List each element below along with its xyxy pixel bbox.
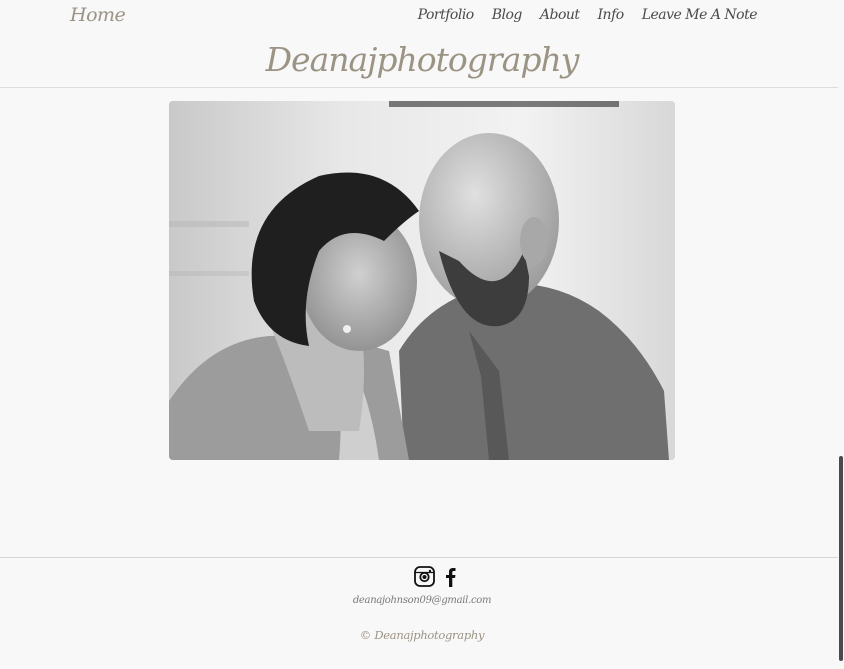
contact-email[interactable]: deanajohnson09@gmail.com (0, 595, 844, 606)
copyright-text: © Deanajphotography (359, 628, 485, 642)
facebook-icon[interactable] (441, 566, 462, 587)
site-title[interactable]: Deanajphotography (0, 40, 844, 79)
main-menu: Portfolio Blog About Info Leave Me A Not… (400, 7, 758, 23)
social-links (414, 566, 462, 587)
top-nav: Home Portfolio Blog About Info Leave Me … (0, 0, 844, 32)
scrollbar[interactable] (838, 0, 844, 669)
page: Home Portfolio Blog About Info Leave Me … (0, 0, 844, 669)
menu-item-portfolio[interactable]: Portfolio (418, 7, 475, 23)
menu-item-leave-note[interactable]: Leave Me A Note (642, 7, 758, 23)
header-divider (0, 87, 838, 88)
menu-item-about[interactable]: About (540, 7, 580, 23)
featured-photo (169, 101, 675, 460)
home-link[interactable]: Home (70, 4, 126, 26)
menu-item-blog[interactable]: Blog (492, 7, 523, 23)
scrollbar-thumb[interactable] (839, 456, 843, 661)
menu-item-info[interactable]: Info (598, 7, 625, 23)
footer-divider (0, 557, 838, 558)
instagram-icon[interactable] (414, 566, 435, 587)
